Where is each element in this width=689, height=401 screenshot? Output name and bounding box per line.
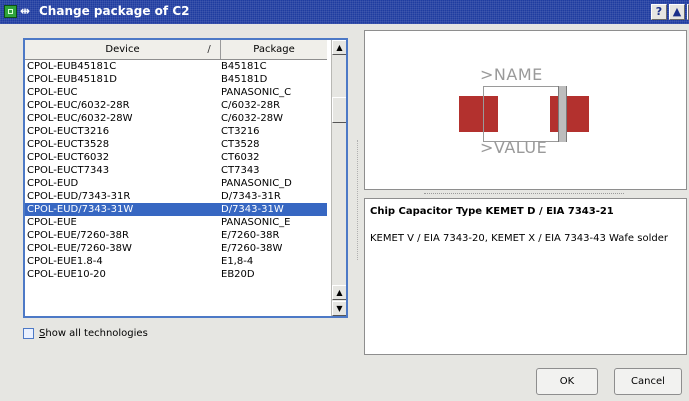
scroll-down-arrow-icon[interactable]: ▼ (332, 301, 346, 316)
scrollbar-thumb[interactable] (332, 97, 346, 123)
package-cell: B45181D (221, 74, 268, 85)
table-row[interactable]: CPOL-EUCT6032 CT6032 (25, 151, 327, 164)
sort-indicator: / (207, 44, 211, 55)
table-row[interactable]: CPOL-EUB45181C B45181C (25, 60, 327, 73)
cancel-button[interactable]: Cancel (614, 368, 682, 395)
table-row[interactable]: CPOL-EUE10-20 EB20D (25, 268, 327, 281)
table-row[interactable]: CPOL-EUE PANASONIC_E (25, 216, 327, 229)
device-cell: CPOL-EUE (27, 217, 77, 228)
list-rows: CPOL-EUB45181C B45181C CPOL-EUB45181D B4518… (25, 60, 327, 281)
package-cell: CT3216 (221, 126, 260, 137)
table-row[interactable]: CPOL-EUD/7343-31R D/7343-31R (25, 190, 327, 203)
value-placeholder: >VALUE (480, 138, 548, 157)
package-cell: PANASONIC_C (221, 87, 292, 98)
device-cell: CPOL-EUC/6032-28W (27, 113, 133, 124)
scroll-up-arrow-icon[interactable]: ▲ (332, 285, 346, 300)
column-header-device-label: Device (105, 44, 140, 55)
show-all-technologies-label[interactable]: Show all technologies (39, 327, 148, 340)
column-header-package[interactable]: Package (221, 40, 327, 59)
ok-button[interactable]: OK (536, 368, 598, 395)
package-cell: D/7343-31W (221, 204, 284, 215)
package-cell: B45181C (221, 61, 267, 72)
show-all-technologies-text: how all technologies (45, 328, 148, 339)
device-cell: CPOL-EUE/7260-38W (27, 243, 132, 254)
table-row[interactable]: CPOL-EUCT7343 CT7343 (25, 164, 327, 177)
package-cell: E/7260-38W (221, 243, 283, 254)
help-button[interactable]: ? (651, 4, 667, 20)
window-title: Change package of C2 (39, 4, 190, 18)
device-cell: CPOL-EUE1.8-4 (27, 256, 103, 267)
column-header-device[interactable]: Device (25, 40, 221, 59)
vertical-splitter[interactable] (357, 140, 360, 260)
name-placeholder: >NAME (480, 65, 543, 84)
app-icon (4, 5, 17, 18)
package-cell: D/7343-31R (221, 191, 281, 202)
package-preview: >NAME >VALUE (364, 30, 687, 190)
table-row[interactable]: CPOL-EUC PANASONIC_C (25, 86, 327, 99)
table-row[interactable]: CPOL-EUCT3528 CT3528 (25, 138, 327, 151)
device-cell: CPOL-EUCT7343 (27, 165, 110, 176)
maximize-button[interactable]: ▲ (669, 4, 685, 20)
device-cell: CPOL-EUC (27, 87, 78, 98)
table-row[interactable]: CPOL-EUE/7260-38W E/7260-38W (25, 242, 327, 255)
package-cell: PANASONIC_E (221, 217, 291, 228)
description-title: Chip Capacitor Type KEMET D / EIA 7343-2… (370, 206, 614, 217)
scroll-up-arrow-icon[interactable]: ▲ (332, 40, 346, 55)
package-cell: E/7260-38R (221, 230, 280, 241)
package-cell: C/6032-28W (221, 113, 284, 124)
title-bar[interactable]: ⇹ Change package of C2 ? ▲ (0, 0, 689, 24)
package-cell: CT7343 (221, 165, 260, 176)
device-cell: CPOL-EUCT3528 (27, 139, 110, 150)
vertical-scrollbar[interactable]: ▲ ▲ ▼ (331, 40, 346, 316)
list-header: Device / Package (25, 40, 327, 60)
device-cell: CPOL-EUE/7260-38R (27, 230, 129, 241)
polarity-bar (558, 86, 567, 142)
package-cell: CT6032 (221, 152, 260, 163)
package-cell: CT3528 (221, 139, 260, 150)
device-cell: CPOL-EUD (27, 178, 79, 189)
device-list[interactable]: Device / Package CPOL-EUB45181C B45181C CP… (23, 38, 348, 318)
description-text: KEMET V / EIA 7343-20, KEMET X / EIA 734… (370, 233, 668, 244)
table-row[interactable]: CPOL-EUC/6032-28W C/6032-28W (25, 112, 327, 125)
table-row[interactable]: CPOL-EUE1.8-4 E1,8-4 (25, 255, 327, 268)
package-cell: C/6032-28R (221, 100, 281, 111)
device-cell: CPOL-EUC/6032-28R (27, 100, 130, 111)
device-cell: CPOL-EUCT6032 (27, 152, 110, 163)
table-row[interactable]: CPOL-EUE/7260-38R E/7260-38R (25, 229, 327, 242)
pin-icon[interactable]: ⇹ (20, 4, 34, 19)
description-panel: Chip Capacitor Type KEMET D / EIA 7343-2… (364, 198, 687, 355)
package-cell: E1,8-4 (221, 256, 254, 267)
horizontal-splitter[interactable] (424, 193, 624, 197)
package-cell: EB20D (221, 269, 255, 280)
package-outline (483, 86, 567, 142)
show-all-technologies-checkbox[interactable] (23, 328, 34, 339)
table-row[interactable]: CPOL-EUD/7343-31W D/7343-31W (25, 203, 327, 216)
table-row[interactable]: CPOL-EUD PANASONIC_D (25, 177, 327, 190)
table-row[interactable]: CPOL-EUCT3216 CT3216 (25, 125, 327, 138)
package-cell: PANASONIC_D (221, 178, 292, 189)
device-cell: CPOL-EUCT3216 (27, 126, 110, 137)
device-cell: CPOL-EUE10-20 (27, 269, 106, 280)
device-cell: CPOL-EUB45181D (27, 74, 117, 85)
device-cell: CPOL-EUD/7343-31R (27, 191, 131, 202)
table-row[interactable]: CPOL-EUC/6032-28R C/6032-28R (25, 99, 327, 112)
device-cell: CPOL-EUD/7343-31W (27, 204, 134, 215)
table-row[interactable]: CPOL-EUB45181D B45181D (25, 73, 327, 86)
device-cell: CPOL-EUB45181C (27, 61, 117, 72)
